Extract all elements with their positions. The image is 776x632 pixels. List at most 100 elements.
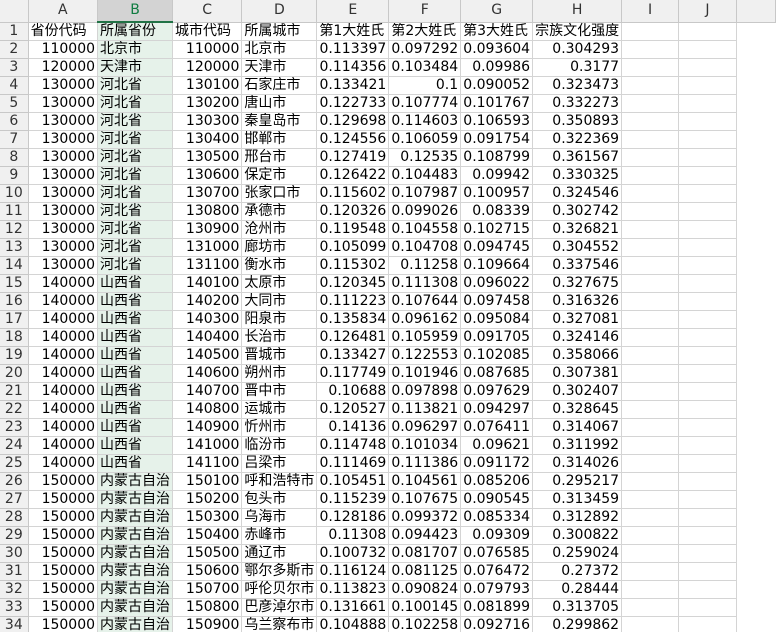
cell[interactable]: 内蒙古自治 <box>97 616 174 632</box>
cell[interactable]: 0.095084 <box>460 310 534 329</box>
cell[interactable]: 0.330325 <box>532 166 623 185</box>
cell[interactable]: 北京市 <box>97 40 174 59</box>
cell[interactable]: 0.094745 <box>460 238 534 257</box>
cell[interactable]: 所属城市 <box>241 22 318 41</box>
cell[interactable]: 0.107644 <box>388 292 462 311</box>
row-header[interactable]: 23 <box>0 418 29 437</box>
cell[interactable] <box>678 238 737 257</box>
cell[interactable] <box>678 58 737 77</box>
cell[interactable]: 0.114356 <box>316 58 390 77</box>
cell[interactable] <box>678 148 737 167</box>
cell[interactable]: 内蒙古自治 <box>97 544 174 563</box>
cell[interactable]: 大同市 <box>241 292 318 311</box>
cell[interactable] <box>678 220 737 239</box>
cell[interactable]: 140000 <box>28 436 99 455</box>
cell[interactable]: 邢台市 <box>241 148 318 167</box>
cell[interactable]: 廊坊市 <box>241 238 318 257</box>
row-header[interactable]: 27 <box>0 490 29 509</box>
cell[interactable]: 130000 <box>28 112 99 131</box>
cell[interactable]: 第3大姓氏 <box>460 22 534 41</box>
cell[interactable]: 0.133421 <box>316 76 390 95</box>
cell[interactable]: 0.104708 <box>388 238 462 257</box>
cell[interactable]: 0.115239 <box>316 490 390 509</box>
cell[interactable]: 包头市 <box>241 490 318 509</box>
cell[interactable] <box>678 472 737 491</box>
cell[interactable]: 0.27372 <box>532 562 623 581</box>
cell[interactable] <box>621 544 680 563</box>
cell[interactable]: 0.122733 <box>316 94 390 113</box>
column-header-k[interactable] <box>736 0 776 23</box>
cell[interactable]: 0.097898 <box>388 382 462 401</box>
cell[interactable]: 140000 <box>28 292 99 311</box>
cell[interactable]: 140000 <box>28 382 99 401</box>
row-header[interactable]: 1 <box>0 22 29 41</box>
cell[interactable]: 呼和浩特市 <box>241 472 318 491</box>
cell[interactable]: 0.299862 <box>532 616 623 632</box>
row-header[interactable]: 30 <box>0 544 29 563</box>
cell[interactable]: 内蒙古自治 <box>97 472 174 491</box>
cell[interactable]: 0.09309 <box>460 526 534 545</box>
row-header[interactable]: 19 <box>0 346 29 365</box>
cell[interactable] <box>678 346 737 365</box>
cell[interactable]: 0.105451 <box>316 472 390 491</box>
select-all-corner[interactable] <box>0 0 29 23</box>
cell[interactable]: 0.120345 <box>316 274 390 293</box>
cell[interactable] <box>678 94 737 113</box>
cell[interactable]: 山西省 <box>97 382 174 401</box>
row-header[interactable]: 6 <box>0 112 29 131</box>
cell[interactable]: 0.350893 <box>532 112 623 131</box>
cell[interactable]: 150300 <box>172 508 243 527</box>
cell[interactable]: 0.114748 <box>316 436 390 455</box>
cell[interactable]: 0.085206 <box>460 472 534 491</box>
cell[interactable]: 130600 <box>172 166 243 185</box>
cell[interactable] <box>621 400 680 419</box>
cell[interactable] <box>621 562 680 581</box>
row-header[interactable]: 11 <box>0 202 29 221</box>
cell[interactable]: 0.097458 <box>460 292 534 311</box>
cell[interactable]: 内蒙古自治 <box>97 508 174 527</box>
cell[interactable] <box>678 544 737 563</box>
cell[interactable]: 0.099026 <box>388 202 462 221</box>
cell[interactable]: 140400 <box>172 328 243 347</box>
column-header-g[interactable]: G <box>460 0 534 23</box>
cell[interactable] <box>621 130 680 149</box>
row-header[interactable]: 13 <box>0 238 29 257</box>
cell[interactable] <box>621 40 680 59</box>
cell[interactable]: 0.324546 <box>532 184 623 203</box>
cell[interactable] <box>621 166 680 185</box>
cell[interactable] <box>621 76 680 95</box>
cell[interactable]: 0.328645 <box>532 400 623 419</box>
cell[interactable]: 0.094297 <box>460 400 534 419</box>
cell[interactable] <box>621 292 680 311</box>
cell[interactable]: 0.311992 <box>532 436 623 455</box>
cell[interactable]: 0.332273 <box>532 94 623 113</box>
column-header-a[interactable]: A <box>28 0 99 23</box>
column-header-e[interactable]: E <box>316 0 390 23</box>
cell[interactable]: 城市代码 <box>172 22 243 41</box>
cell[interactable] <box>678 274 737 293</box>
cell[interactable]: 临汾市 <box>241 436 318 455</box>
cell[interactable]: 130100 <box>172 76 243 95</box>
cell[interactable]: 0.100732 <box>316 544 390 563</box>
cell[interactable] <box>621 580 680 599</box>
cell[interactable] <box>678 184 737 203</box>
cell[interactable]: 0.076585 <box>460 544 534 563</box>
cell[interactable]: 0.105099 <box>316 238 390 257</box>
cell[interactable]: 山西省 <box>97 310 174 329</box>
cell[interactable]: 130000 <box>28 148 99 167</box>
cell[interactable]: 吕梁市 <box>241 454 318 473</box>
cell[interactable]: 110000 <box>172 40 243 59</box>
cell[interactable]: 141100 <box>172 454 243 473</box>
column-header-b[interactable]: B <box>97 0 174 23</box>
cell[interactable]: 河北省 <box>97 94 174 113</box>
cell[interactable]: 长治市 <box>241 328 318 347</box>
cell[interactable]: 150000 <box>28 562 99 581</box>
cell[interactable] <box>621 526 680 545</box>
row-header[interactable]: 2 <box>0 40 29 59</box>
cell[interactable]: 沧州市 <box>241 220 318 239</box>
cell[interactable]: 140800 <box>172 400 243 419</box>
cell[interactable]: 0.314026 <box>532 454 623 473</box>
cell[interactable]: 0.087685 <box>460 364 534 383</box>
cell[interactable]: 忻州市 <box>241 418 318 437</box>
cell[interactable]: 河北省 <box>97 184 174 203</box>
